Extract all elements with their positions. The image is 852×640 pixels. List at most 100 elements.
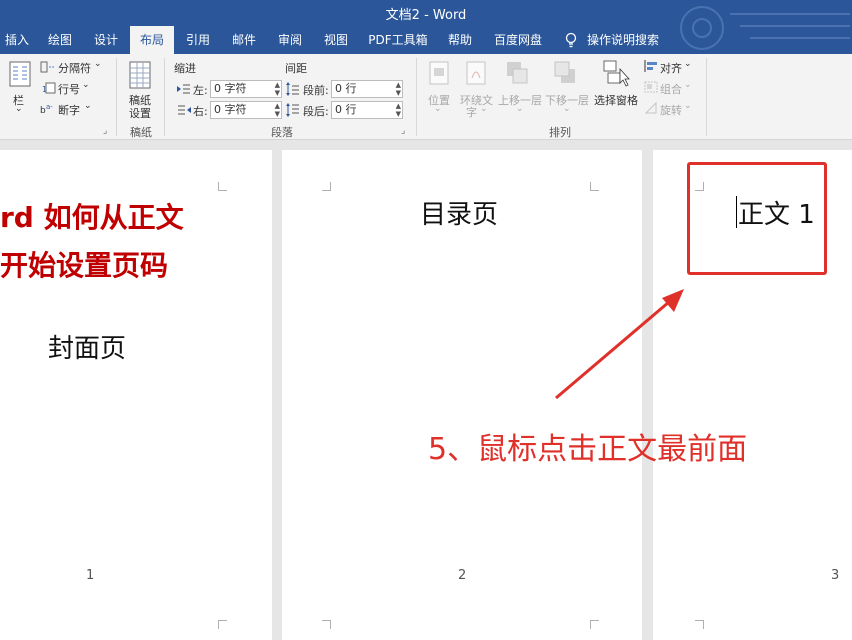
margin-corner-mark bbox=[590, 620, 599, 629]
rotate-chevron-icon: ⌄ bbox=[684, 101, 692, 111]
ribbon-separator bbox=[164, 58, 165, 136]
tab-pdf-toolbox[interactable]: PDF工具箱 bbox=[366, 26, 430, 54]
spacing-after-value: 0 行 bbox=[335, 103, 357, 116]
ribbon-separator bbox=[116, 58, 117, 136]
position-icon bbox=[429, 61, 449, 85]
line-numbers-icon: 1 bbox=[42, 82, 56, 94]
spinner-arrows-icon[interactable]: ▲ ▼ bbox=[275, 102, 280, 118]
spacing-before-icon bbox=[286, 82, 299, 96]
spacing-before-input[interactable]: 0 行 ▲ ▼ bbox=[331, 80, 403, 98]
spacing-after-input[interactable]: 0 行 ▲ ▼ bbox=[331, 101, 403, 119]
bring-forward-chevron-icon: ⌄ bbox=[516, 104, 524, 114]
page-number: 2 bbox=[458, 568, 467, 583]
svg-text:a-: a- bbox=[46, 103, 53, 111]
title-bar: 文档2 - Word bbox=[0, 0, 852, 26]
tutorial-title-line2: 开始设置页码 bbox=[0, 249, 169, 282]
spinner-arrows-icon[interactable]: ▲ ▼ bbox=[396, 81, 401, 97]
indent-right-label: 右: bbox=[193, 105, 208, 118]
tab-draw[interactable]: 绘图 bbox=[42, 26, 78, 54]
watermark-lines-icon bbox=[730, 13, 850, 39]
align-button[interactable]: 对齐 bbox=[660, 60, 682, 76]
send-backward-icon bbox=[554, 61, 575, 83]
tab-view[interactable]: 视图 bbox=[318, 26, 354, 54]
annotation-instruction: 5、鼠标点击正文最前面 bbox=[428, 432, 748, 467]
margin-corner-mark bbox=[322, 182, 331, 191]
wrap-text-button-line2[interactable]: 字 bbox=[466, 104, 477, 120]
toc-page-text[interactable]: 目录页 bbox=[420, 194, 498, 231]
margin-corner-mark bbox=[322, 620, 331, 629]
manuscript-group-label: 稿纸 bbox=[130, 126, 152, 139]
tell-me-search[interactable]: 操作说明搜索 bbox=[586, 26, 660, 54]
tab-review[interactable]: 审阅 bbox=[272, 26, 308, 54]
tab-baidu-netdisk[interactable]: 百度网盘 bbox=[490, 26, 546, 54]
group-objects-chevron-icon: ⌄ bbox=[684, 80, 692, 90]
hyphenation-button[interactable]: 断字 bbox=[58, 102, 80, 118]
annotation-arrow-icon bbox=[555, 289, 684, 400]
paragraph-launcher-icon[interactable]: ⌟ bbox=[401, 126, 405, 136]
arrange-group-label: 排列 bbox=[549, 126, 571, 139]
indent-header: 缩进 bbox=[174, 62, 196, 75]
manuscript-paper-icon bbox=[129, 61, 151, 89]
align-icon bbox=[644, 60, 657, 72]
indent-right-icon bbox=[178, 105, 191, 115]
manuscript-settings-button-line2[interactable]: 设置 bbox=[129, 105, 151, 121]
indent-right-value: 0 字符 bbox=[214, 103, 247, 116]
breaks-icon bbox=[40, 61, 55, 73]
position-chevron-icon: ⌄ bbox=[434, 104, 442, 114]
align-chevron-icon: ⌄ bbox=[684, 59, 692, 69]
indent-left-value: 0 字符 bbox=[214, 82, 247, 95]
group-objects-button[interactable]: 组合 bbox=[660, 81, 682, 97]
tab-help[interactable]: 帮助 bbox=[442, 26, 478, 54]
spacing-before-value: 0 行 bbox=[335, 82, 357, 95]
ribbon-layout: 栏 ⌄ 分隔符 ⌄ 1 行号 ⌄ b a- 断字 ⌄ ⌟ 稿纸 设置 稿纸 缩进 … bbox=[0, 54, 852, 140]
ribbon-tab-bar: 插入 绘图 设计 布局 引用 邮件 审阅 视图 PDF工具箱 帮助 百度网盘 操… bbox=[0, 26, 852, 54]
spinner-arrows-icon[interactable]: ▲ ▼ bbox=[275, 81, 280, 97]
indent-left-label: 左: bbox=[193, 84, 208, 97]
indent-left-input[interactable]: 0 字符 ▲ ▼ bbox=[210, 80, 282, 98]
spacing-before-label: 段前: bbox=[303, 84, 329, 97]
spacing-header: 间距 bbox=[285, 62, 307, 75]
page-number: 1 bbox=[86, 568, 95, 583]
tab-layout[interactable]: 布局 bbox=[130, 26, 174, 54]
selection-pane-button[interactable]: 选择窗格 bbox=[594, 92, 638, 108]
wrap-text-icon bbox=[466, 61, 486, 85]
hyphenation-icon: b a- bbox=[40, 103, 53, 116]
tab-insert[interactable]: 插入 bbox=[0, 26, 34, 54]
tutorial-title-line1: rd 如何从正文 bbox=[0, 201, 184, 234]
tab-mailings[interactable]: 邮件 bbox=[226, 26, 262, 54]
svg-text:1: 1 bbox=[42, 85, 47, 94]
spacing-after-icon bbox=[286, 103, 299, 117]
hyphenation-chevron-icon: ⌄ bbox=[84, 101, 92, 111]
margin-corner-mark bbox=[695, 620, 704, 629]
margin-corner-mark bbox=[218, 182, 227, 191]
annotation-highlight-box bbox=[687, 162, 827, 275]
spinner-arrows-icon[interactable]: ▲ ▼ bbox=[396, 102, 401, 118]
wrap-text-chevron-icon: ⌄ bbox=[480, 104, 488, 114]
bring-forward-icon bbox=[507, 62, 528, 84]
margin-corner-mark bbox=[590, 182, 599, 191]
cover-page-text[interactable]: 封面页 bbox=[48, 328, 126, 365]
ribbon-separator bbox=[416, 58, 417, 136]
tab-references[interactable]: 引用 bbox=[180, 26, 216, 54]
spacing-after-label: 段后: bbox=[303, 105, 329, 118]
lightbulb-icon bbox=[565, 32, 577, 48]
window-title: 文档2 - Word bbox=[385, 8, 467, 23]
line-numbers-button[interactable]: 行号 bbox=[58, 81, 80, 97]
page-setup-launcher-icon[interactable]: ⌟ bbox=[103, 126, 107, 136]
breaks-chevron-icon: ⌄ bbox=[94, 59, 102, 69]
indent-left-icon bbox=[177, 84, 190, 94]
page-number: 3 bbox=[831, 568, 840, 583]
breaks-button[interactable]: 分隔符 bbox=[58, 60, 91, 76]
columns-chevron-icon: ⌄ bbox=[15, 104, 23, 114]
rotate-icon bbox=[644, 102, 657, 114]
paragraph-group-label: 段落 bbox=[271, 126, 293, 139]
indent-right-input[interactable]: 0 字符 ▲ ▼ bbox=[210, 101, 282, 119]
margin-corner-mark bbox=[218, 620, 227, 629]
group-objects-icon bbox=[644, 81, 658, 93]
watermark-logo-icon bbox=[680, 6, 724, 50]
rotate-button[interactable]: 旋转 bbox=[660, 102, 682, 118]
send-backward-chevron-icon: ⌄ bbox=[563, 104, 571, 114]
selection-pane-icon bbox=[603, 60, 630, 87]
tab-design[interactable]: 设计 bbox=[88, 26, 124, 54]
line-numbers-chevron-icon: ⌄ bbox=[82, 80, 90, 90]
